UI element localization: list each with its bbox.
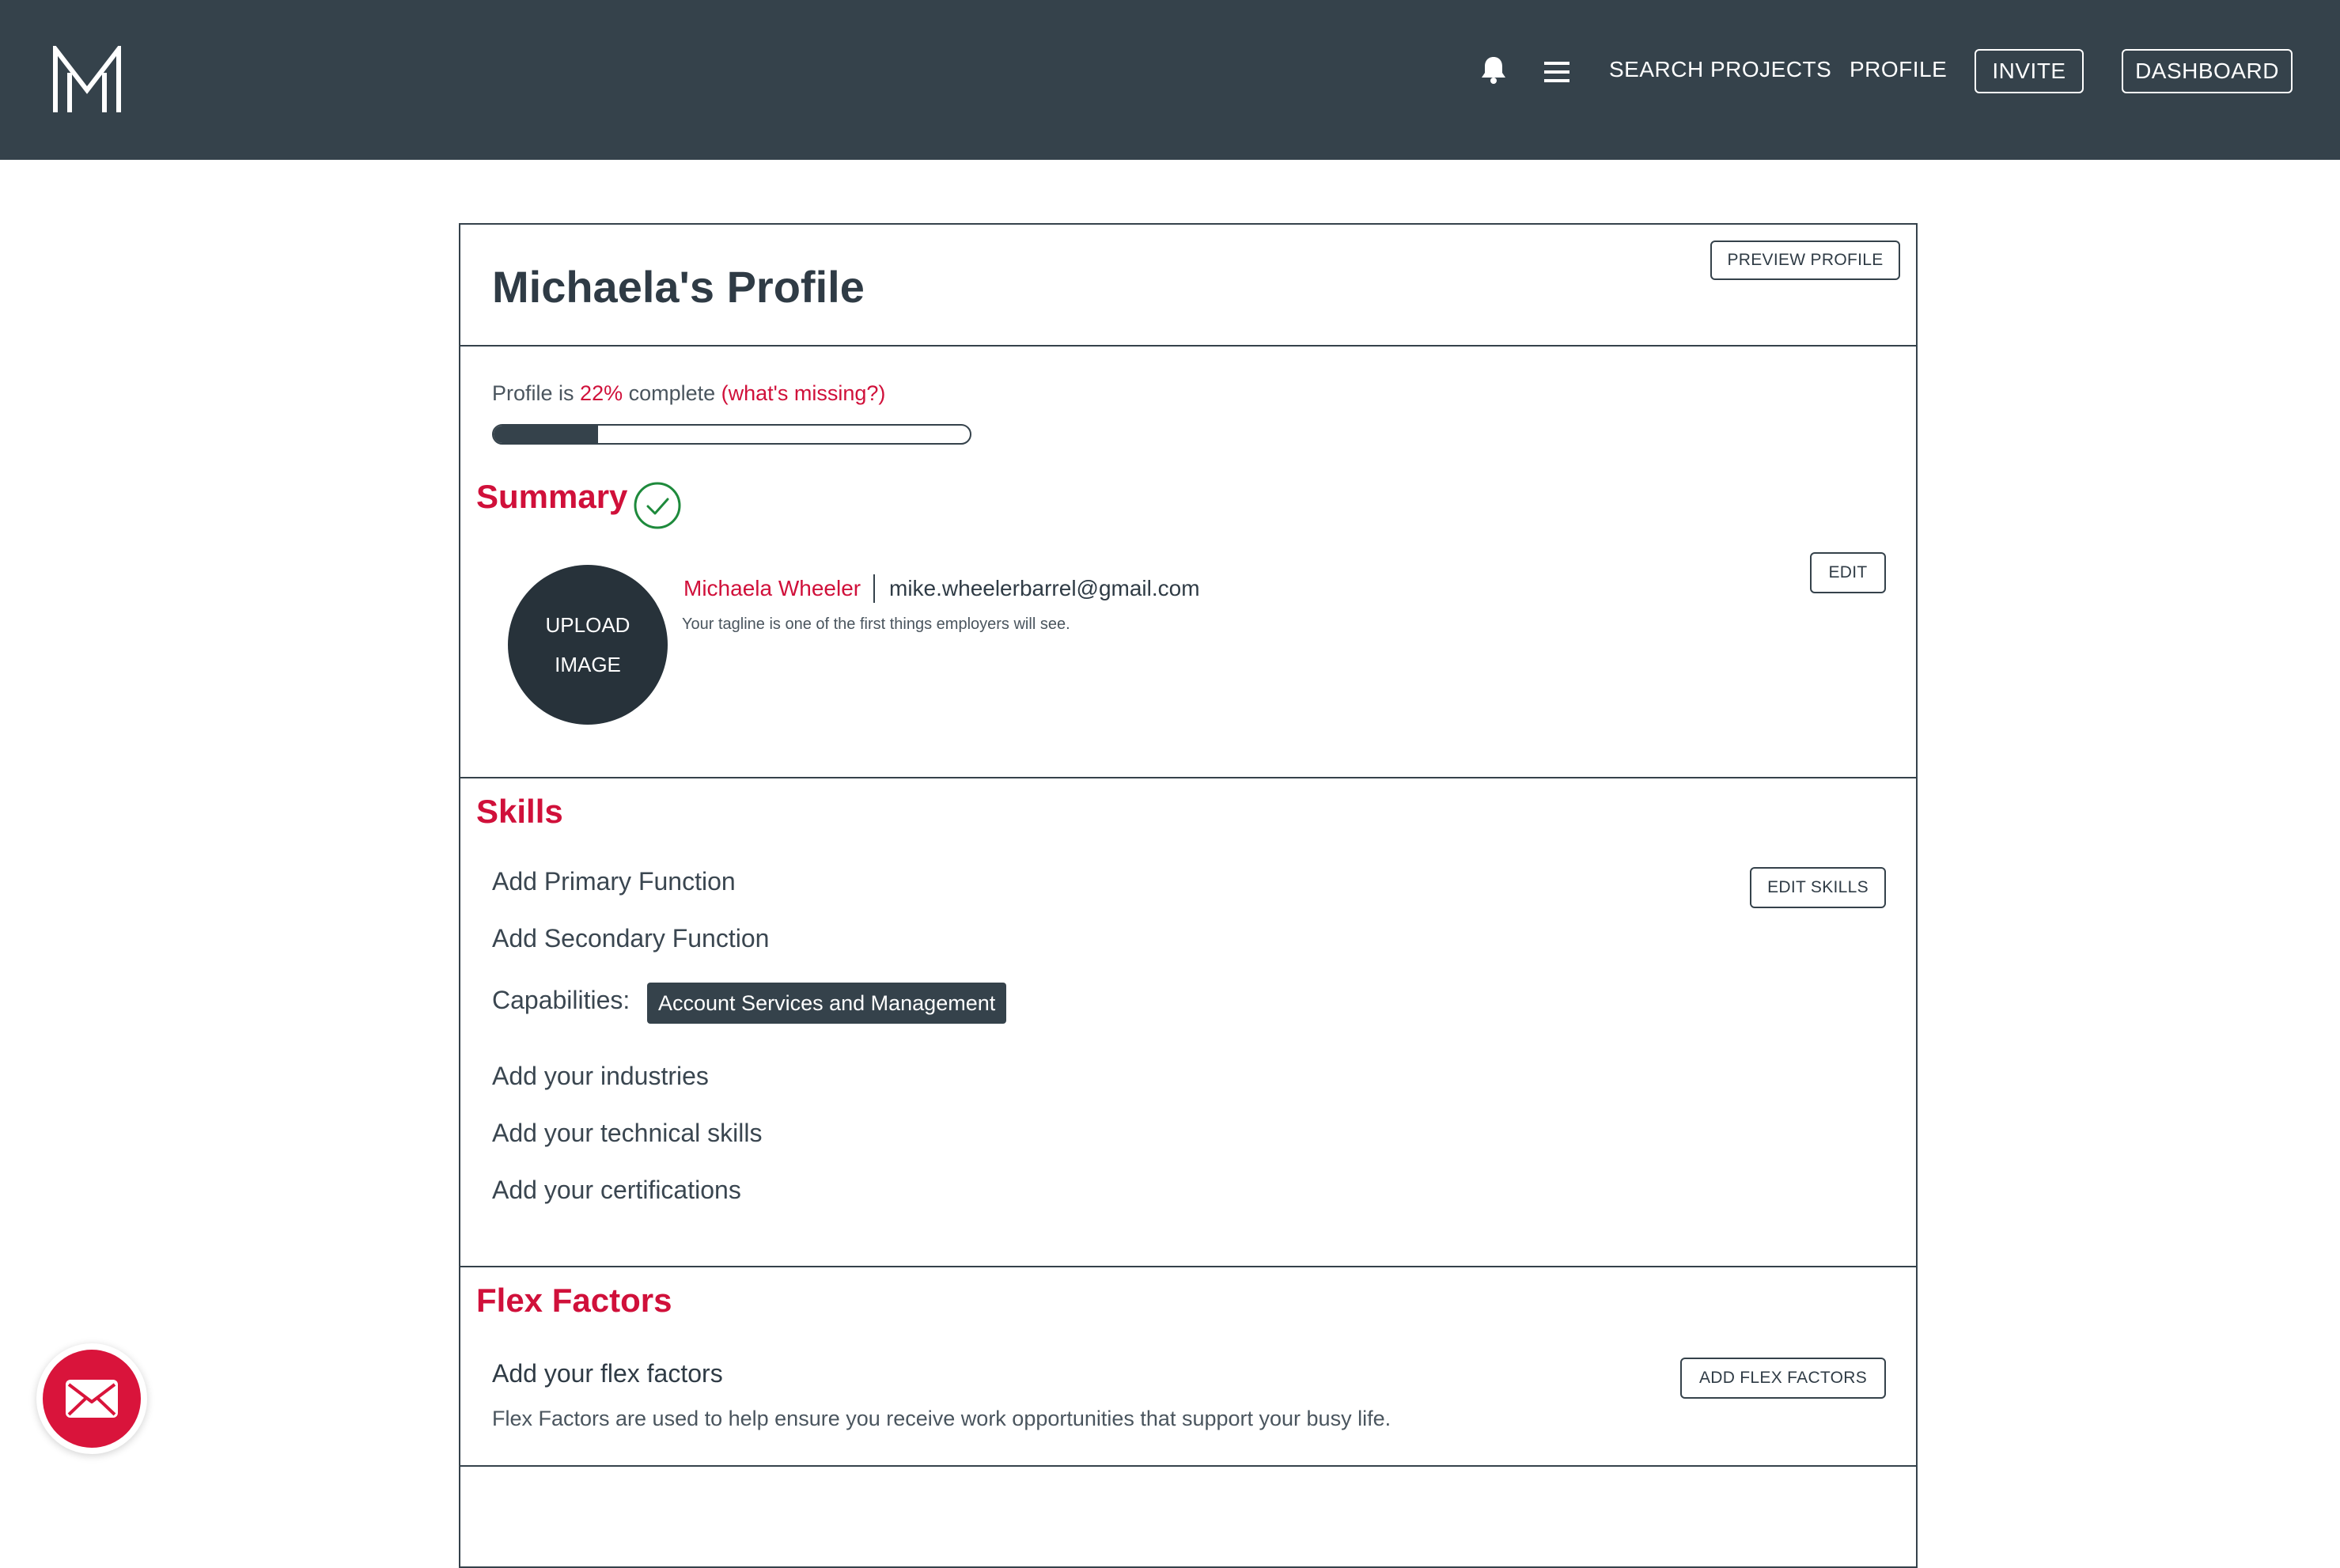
upload-image-button[interactable]: UPLOAD IMAGE (508, 565, 668, 725)
profile-progress-text: Profile is 22% complete (what's missing?… (492, 381, 885, 406)
add-primary-function-link[interactable]: Add Primary Function (492, 867, 736, 896)
profile-tagline: Your tagline is one of the first things … (682, 615, 1070, 633)
flex-factors-section-title: Flex Factors (476, 1282, 672, 1319)
nav-search-projects-link[interactable]: SEARCH PROJECTS (1609, 57, 1831, 82)
progress-suffix: complete (623, 381, 721, 405)
name-email-divider (873, 574, 875, 603)
profile-email: mike.wheelerbarrel@gmail.com (889, 576, 1200, 600)
preview-profile-button[interactable]: PREVIEW PROFILE (1710, 241, 1900, 280)
invite-button[interactable]: INVITE (1975, 49, 2084, 93)
add-industries-link[interactable]: Add your industries (492, 1062, 709, 1091)
message-fab-button[interactable] (36, 1343, 147, 1454)
add-secondary-function-link[interactable]: Add Secondary Function (492, 924, 769, 953)
profile-header: Michaela's Profile PREVIEW PROFILE (460, 225, 1916, 347)
edit-summary-button[interactable]: EDIT (1810, 552, 1886, 593)
upload-image-line2: IMAGE (555, 653, 621, 676)
progress-prefix: Profile is (492, 381, 581, 405)
progress-percent: 22% (580, 381, 623, 405)
profile-progress-bar (492, 424, 971, 445)
add-technical-skills-link[interactable]: Add your technical skills (492, 1119, 762, 1148)
capability-tag: Account Services and Management (647, 983, 1007, 1024)
summary-section-title: Summary (476, 478, 628, 515)
hamburger-menu-icon[interactable] (1544, 60, 1569, 84)
bell-icon[interactable] (1478, 54, 1509, 85)
capabilities-label: Capabilities: (492, 986, 630, 1014)
section-divider (460, 777, 1916, 778)
add-flex-factors-button[interactable]: ADD FLEX FACTORS (1680, 1358, 1886, 1399)
whats-missing-link[interactable]: (what's missing?) (721, 381, 886, 405)
mail-icon (66, 1380, 118, 1418)
flex-factors-description: Flex Factors are used to help ensure you… (492, 1407, 1392, 1430)
profile-card: Michaela's Profile PREVIEW PROFILE Profi… (459, 223, 1918, 1568)
profile-progress-fill (494, 426, 599, 443)
top-nav-bar: SEARCH PROJECTS PROFILE INVITE DASHBOARD (0, 0, 2340, 160)
message-fab-circle (43, 1350, 141, 1448)
add-flex-factors-heading: Add your flex factors (492, 1359, 723, 1388)
skills-section-title: Skills (476, 793, 563, 830)
edit-skills-button[interactable]: EDIT SKILLS (1750, 867, 1886, 908)
nav-profile-link[interactable]: PROFILE (1850, 57, 1947, 82)
page-title: Michaela's Profile (492, 262, 865, 312)
profile-name: Michaela Wheeler (683, 576, 861, 600)
section-divider (460, 1266, 1916, 1267)
check-circle-icon (634, 482, 681, 529)
upload-image-line1: UPLOAD (545, 613, 630, 637)
m-logo-icon[interactable] (52, 46, 122, 114)
dashboard-button[interactable]: DASHBOARD (2122, 49, 2293, 93)
section-divider (460, 1465, 1916, 1467)
add-certifications-link[interactable]: Add your certifications (492, 1176, 741, 1205)
